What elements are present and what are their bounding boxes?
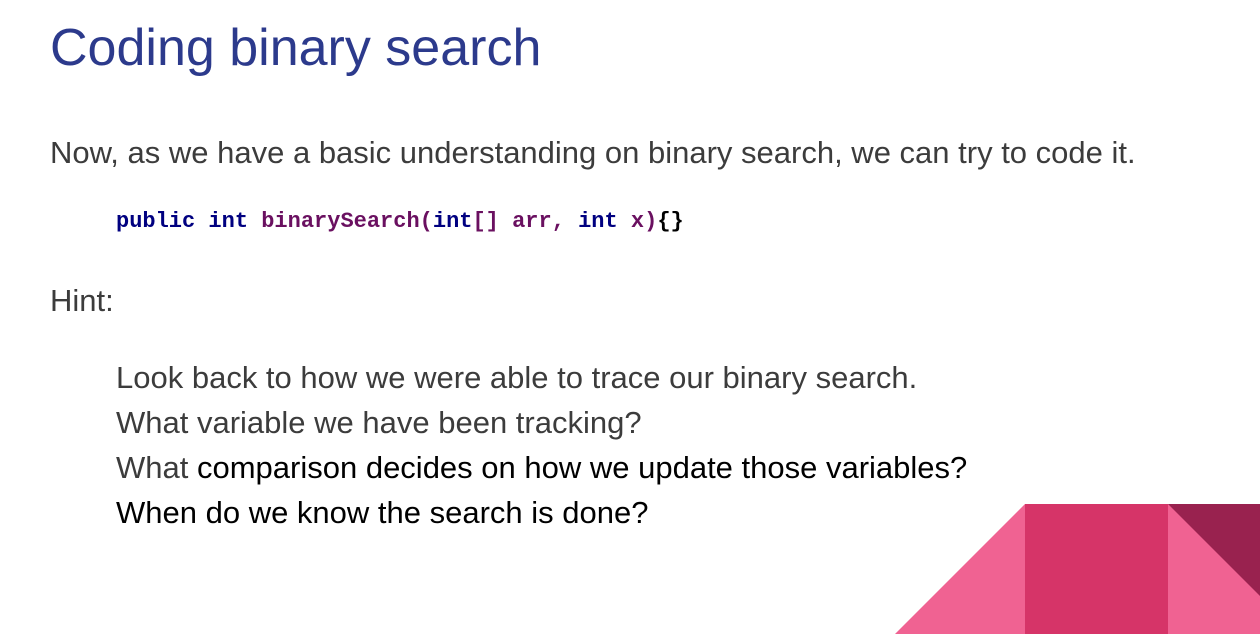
deco-left-triangle — [895, 504, 1025, 634]
deco-center-block — [1025, 504, 1168, 634]
slide: Coding binary search Now, as we have a b… — [0, 0, 1260, 634]
corner-decoration — [895, 504, 1260, 634]
